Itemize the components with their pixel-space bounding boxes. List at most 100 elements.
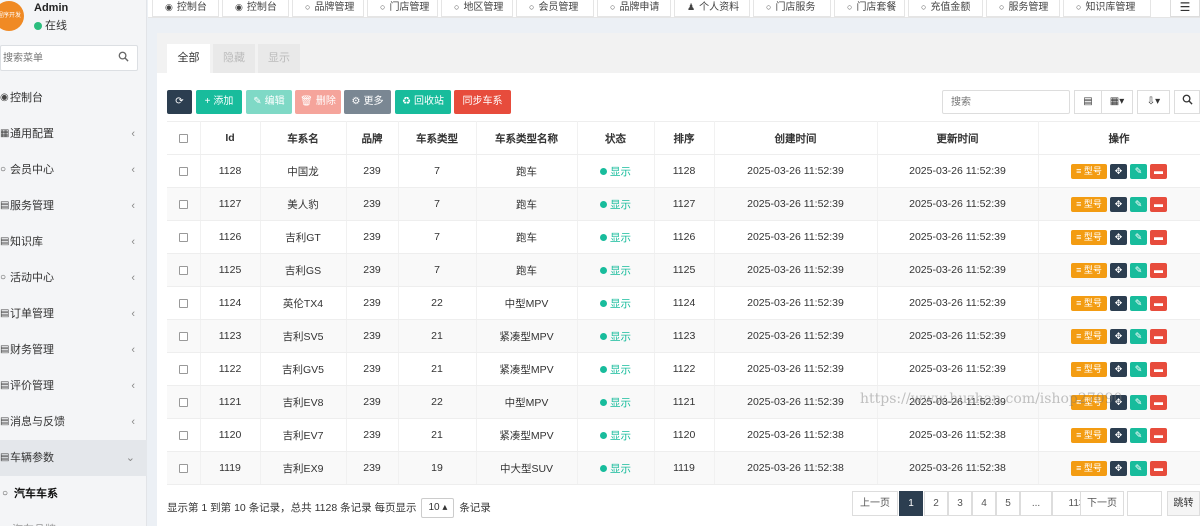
more-button[interactable]: ⚙ 更多: [344, 90, 391, 114]
top-tab[interactable]: ○ 知识库管理: [1063, 0, 1151, 17]
top-tab[interactable]: ○ 充值金额: [908, 0, 983, 17]
sidebar-item[interactable]: ▤ 订单管理 ‹: [0, 296, 147, 332]
page-button[interactable]: 5: [996, 491, 1020, 516]
columns-button[interactable]: ▦▾: [1101, 90, 1133, 114]
page-button[interactable]: ...: [1020, 491, 1052, 516]
top-tab[interactable]: ○ 门店服务: [753, 0, 831, 17]
cell-status[interactable]: 显示: [577, 220, 655, 254]
delete-row-button[interactable]: ▬: [1150, 328, 1167, 344]
sidebar-search-input[interactable]: [1, 46, 111, 70]
table-row[interactable]: 1122 吉利GV5 239 21 紧凑型MPV 显示 1122 2025-03-26 11:…: [167, 352, 1200, 386]
delete-row-button[interactable]: ▬: [1150, 163, 1167, 179]
model-button[interactable]: ≡ 型号: [1071, 262, 1107, 278]
cell-status[interactable]: 显示: [577, 253, 655, 287]
edit-row-button[interactable]: ✎: [1130, 394, 1147, 410]
column-header[interactable]: 车系类型: [398, 121, 477, 155]
column-header[interactable]: Id: [200, 121, 261, 155]
model-button[interactable]: ≡ 型号: [1071, 361, 1107, 377]
page-jump-input[interactable]: [1127, 491, 1162, 516]
cell-status[interactable]: 显示: [577, 187, 655, 221]
row-checkbox[interactable]: [178, 265, 188, 275]
drag-button[interactable]: ✥: [1110, 163, 1127, 179]
top-tab[interactable]: ♟ 个人资料: [674, 0, 750, 17]
refresh-button[interactable]: ⟳: [167, 90, 192, 114]
model-button[interactable]: ≡ 型号: [1071, 460, 1107, 476]
table-row[interactable]: 1125 吉利GS 239 7 跑车 显示 1125 2025-03-26 11:52:39 2…: [167, 253, 1200, 287]
delete-row-button[interactable]: ▬: [1150, 394, 1167, 410]
page-button[interactable]: 3: [948, 491, 972, 516]
top-tab[interactable]: ○ 品牌申请: [597, 0, 671, 17]
sidebar-item[interactable]: ○ 汽车车系: [0, 476, 147, 512]
drag-button[interactable]: ✥: [1110, 427, 1127, 443]
sidebar-item[interactable]: ▤ 知识库 ‹: [0, 224, 147, 260]
select-all-checkbox[interactable]: [178, 133, 188, 143]
add-button[interactable]: + 添加: [196, 90, 242, 114]
row-checkbox[interactable]: [178, 199, 188, 209]
column-header[interactable]: 创建时间: [714, 121, 878, 155]
tab-all[interactable]: 全部: [167, 44, 210, 73]
delete-row-button[interactable]: ▬: [1150, 460, 1167, 476]
sidebar-item[interactable]: ▦ 通用配置 ‹: [0, 116, 147, 152]
model-button[interactable]: ≡ 型号: [1071, 328, 1107, 344]
page-button[interactable]: 2: [924, 491, 948, 516]
drag-button[interactable]: ✥: [1110, 361, 1127, 377]
row-checkbox[interactable]: [178, 364, 188, 374]
page-button[interactable]: 1: [899, 491, 923, 516]
table-row[interactable]: 1123 吉利SV5 239 21 紧凑型MPV 显示 1123 2025-03-26 11:…: [167, 319, 1200, 353]
edit-row-button[interactable]: ✎: [1130, 196, 1147, 212]
sidebar-item[interactable]: ○ 会员中心 ‹: [0, 152, 147, 188]
drag-button[interactable]: ✥: [1110, 295, 1127, 311]
top-tab[interactable]: ○ 服务管理: [986, 0, 1060, 17]
recycle-bin-button[interactable]: ♻ 回收站: [395, 90, 451, 114]
table-row[interactable]: 1127 美人豹 239 7 跑车 显示 1127 2025-03-26 11:52:39 20…: [167, 187, 1200, 221]
drag-button[interactable]: ✥: [1110, 262, 1127, 278]
model-button[interactable]: ≡ 型号: [1071, 295, 1107, 311]
column-header[interactable]: 品牌: [346, 121, 399, 155]
cell-status[interactable]: 显示: [577, 319, 655, 353]
prev-page-button[interactable]: 上一页: [852, 491, 898, 516]
delete-row-button[interactable]: ▬: [1150, 427, 1167, 443]
tab-visible[interactable]: 显示: [258, 44, 300, 73]
cell-status[interactable]: 显示: [577, 286, 655, 320]
row-checkbox[interactable]: [178, 232, 188, 242]
model-button[interactable]: ≡ 型号: [1071, 229, 1107, 245]
edit-row-button[interactable]: ✎: [1130, 163, 1147, 179]
row-checkbox[interactable]: [178, 463, 188, 473]
row-checkbox[interactable]: [178, 166, 188, 176]
table-row[interactable]: 1119 吉利EX9 239 19 中大型SUV 显示 1119 2025-03-26 11:…: [167, 451, 1200, 485]
delete-row-button[interactable]: ▬: [1150, 196, 1167, 212]
top-tab[interactable]: ○ 会员管理: [516, 0, 594, 17]
export-button[interactable]: ⇩▾: [1137, 90, 1170, 114]
toggle-view-button[interactable]: ▤: [1074, 90, 1102, 114]
table-search-input[interactable]: [943, 91, 1063, 113]
column-header[interactable]: 车系名: [260, 121, 347, 155]
drag-button[interactable]: ✥: [1110, 196, 1127, 212]
sidebar-item[interactable]: ▤ 评价管理 ‹: [0, 368, 147, 404]
delete-row-button[interactable]: ▬: [1150, 295, 1167, 311]
top-tab[interactable]: ◉ 控制台: [222, 0, 289, 17]
sync-series-button[interactable]: 同步车系: [454, 90, 511, 114]
sidebar-item[interactable]: ▤ 财务管理 ‹: [0, 332, 147, 368]
column-header[interactable]: 更新时间: [877, 121, 1039, 155]
edit-row-button[interactable]: ✎: [1130, 361, 1147, 377]
cell-status[interactable]: 显示: [577, 385, 655, 419]
model-button[interactable]: ≡ 型号: [1071, 427, 1107, 443]
sidebar-item[interactable]: ▤ 车辆参数 ⌄: [0, 440, 147, 476]
edit-row-button[interactable]: ✎: [1130, 328, 1147, 344]
column-header[interactable]: 车系类型名称: [476, 121, 578, 155]
edit-row-button[interactable]: ✎: [1130, 262, 1147, 278]
table-row[interactable]: 1128 中国龙 239 7 跑车 显示 1128 2025-03-26 11:52:39 20…: [167, 154, 1200, 188]
edit-row-button[interactable]: ✎: [1130, 460, 1147, 476]
sidebar-item[interactable]: ▤ 服务管理 ‹: [0, 188, 147, 224]
search-icon[interactable]: [118, 51, 129, 65]
top-tab[interactable]: ○ 门店管理: [367, 0, 438, 17]
edit-row-button[interactable]: ✎: [1130, 295, 1147, 311]
drag-button[interactable]: ✥: [1110, 460, 1127, 476]
next-page-button[interactable]: 下一页: [1080, 491, 1124, 516]
row-checkbox[interactable]: [178, 298, 188, 308]
column-header[interactable]: 排序: [654, 121, 715, 155]
row-checkbox[interactable]: [178, 397, 188, 407]
delete-button[interactable]: 🗑 删除: [295, 90, 341, 114]
cell-status[interactable]: 显示: [577, 154, 655, 188]
row-checkbox[interactable]: [178, 331, 188, 341]
